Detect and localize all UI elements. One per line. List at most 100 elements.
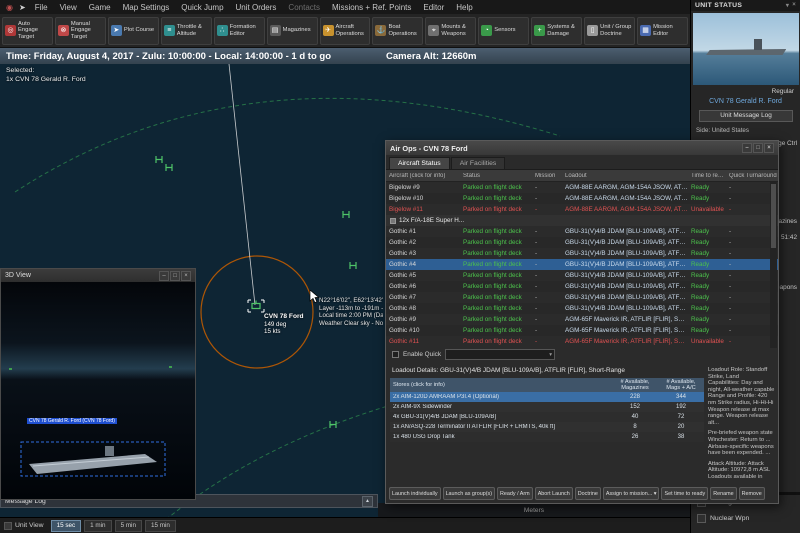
menu-item-map-settings[interactable]: Map Settings xyxy=(117,3,176,12)
cell-time-to-ready: Ready xyxy=(691,316,710,323)
plot-course-button[interactable]: ➤ Plot Course xyxy=(107,16,159,45)
store-row[interactable]: 2x AIM-120D AMRAAM P3I.4 (Optional) 228 34… xyxy=(390,392,704,402)
tab-aircraft-status[interactable]: Aircraft Status xyxy=(389,157,450,169)
nuclear-dropdown-icon[interactable] xyxy=(697,514,706,523)
aircraft-row[interactable]: Gothic #4 Parked on flight deck - GBU-31(V)… xyxy=(386,259,778,270)
remove-button[interactable]: Remove xyxy=(738,487,765,500)
3d-viewport[interactable]: CVN 78 Gerald R. Ford (CVN 78 Ford) xyxy=(1,282,195,499)
view-mode-icon[interactable] xyxy=(4,521,12,530)
set-time-to-ready-button[interactable]: Set time to ready xyxy=(661,487,709,500)
menu-item-missions-ref-points[interactable]: Missions + Ref. Points xyxy=(326,3,417,12)
mounts-weapons-button[interactable]: ⌖ Mounts & Weapons xyxy=(425,16,477,45)
launch-as-group-s-button[interactable]: Launch as group(s) xyxy=(442,487,496,500)
menu-item-quick-jump[interactable]: Quick Jump xyxy=(175,3,229,12)
aircraft-row[interactable]: Gothic #9 Parked on flight deck - AGM-65F M… xyxy=(386,314,778,325)
systems-damage-button[interactable]: + Systems & Damage xyxy=(531,16,583,45)
boat-operations-button[interactable]: ⚓ Boat Operations xyxy=(372,16,424,45)
cell-status: Parked on flight deck xyxy=(463,261,522,268)
formation-editor-button[interactable]: ∴ Formation Editor xyxy=(213,16,265,45)
menu-item-contacts[interactable]: Contacts xyxy=(282,3,326,12)
store-row[interactable]: 1x AN/ASQ-228 Terminator II ATFLIR [FLIR… xyxy=(390,422,704,432)
cell-loadout: AGM-88E AARGM, AGM-154A JSOW, ATFLIR [FL… xyxy=(565,206,688,213)
time-compression-15-sec[interactable]: 15 sec xyxy=(50,519,82,532)
cell-status: Parked on flight deck xyxy=(463,338,522,345)
time-compression-5-min[interactable]: 5 min xyxy=(114,519,142,532)
maximize-icon[interactable]: □ xyxy=(753,143,763,153)
rename-button[interactable]: Rename xyxy=(710,487,737,500)
view-mode-label: Unit View xyxy=(15,522,44,529)
maximize-icon[interactable]: □ xyxy=(170,270,180,281)
ready-arm-button[interactable]: Ready / Arm xyxy=(497,487,533,500)
table-scrollbar[interactable] xyxy=(770,182,777,348)
manual-engage-target-button[interactable]: ⊗ Manual Engage Target xyxy=(54,16,106,45)
menu-item-view[interactable]: View xyxy=(54,3,83,12)
time-compression-15-min[interactable]: 15 min xyxy=(144,519,176,532)
3d-view-titlebar[interactable]: 3D View – □ × xyxy=(1,269,195,282)
minimize-icon[interactable]: – xyxy=(742,143,752,153)
friendly-unit-symbol[interactable] xyxy=(155,156,163,163)
friendly-unit-symbol[interactable] xyxy=(349,262,357,269)
store-row[interactable]: 2x AIM-9X Sidewinder 152 192 xyxy=(390,402,704,412)
friendly-unit-symbol[interactable] xyxy=(329,421,337,428)
abort-launch-button[interactable]: Abort Launch xyxy=(534,487,573,500)
close-icon[interactable]: × xyxy=(181,270,191,281)
air-ops-tabs: Aircraft Status Air Facilities xyxy=(386,155,778,170)
aircraft-row[interactable]: Bigelow #11 Parked on flight deck - AGM-88E… xyxy=(386,204,778,215)
aircraft-row[interactable]: Gothic #3 Parked on flight deck - GBU-31(V)… xyxy=(386,248,778,259)
unit-group-doctrine-button[interactable]: ▯ Unit / Group Doctrine xyxy=(584,16,636,45)
aircraft-table: Bigelow #9 Parked on flight deck - AGM-88E … xyxy=(386,182,778,347)
sensors-icon: ◔ xyxy=(481,25,493,36)
panel-close-icon[interactable]: × xyxy=(792,2,796,9)
enable-quick-checkbox[interactable] xyxy=(392,351,399,358)
aircraft-row[interactable]: Gothic #7 Parked on flight deck - GBU-31(V)… xyxy=(386,292,778,303)
auto-engage-target-button[interactable]: ◎ Auto Engage Target xyxy=(2,16,53,45)
assign-to-mission-button[interactable]: Assign to mission... ▾ xyxy=(602,487,660,500)
unit-message-log-button[interactable]: Unit Message Log xyxy=(699,110,793,122)
aircraft-row[interactable]: Gothic #5 Parked on flight deck - GBU-31(V)… xyxy=(386,270,778,281)
air-ops-titlebar[interactable]: Air Ops - CVN 78 Ford – □ × xyxy=(386,141,778,155)
aircraft-row[interactable]: Gothic #8 Parked on flight deck - GBU-31(V)… xyxy=(386,303,778,314)
loadout-info-panel: Loadout Role: Standoff Strike, Land Capab… xyxy=(708,367,776,481)
cell-loadout: GBU-31(V)4/B JDAM [BLU-109A/B], ATFLIR [… xyxy=(565,228,688,235)
mission-editor-button[interactable]: ▦ Mission Editor xyxy=(637,16,688,45)
friendly-unit-symbol[interactable] xyxy=(342,211,350,218)
unit-name-link[interactable]: CVN 78 Gerald R. Ford xyxy=(691,98,800,105)
doctrine-button[interactable]: Doctrine xyxy=(574,487,601,500)
store-row[interactable]: 4x GBU-31(V)4/B JDAM [BLU-109A/B] 40 72 xyxy=(390,412,704,422)
3d-view-window[interactable]: 3D View – □ × CVN 78 Gerald R. Ford (CVN… xyxy=(0,268,196,500)
time-compression-1-min[interactable]: 1 min xyxy=(84,519,112,532)
sensors-button[interactable]: ◔ Sensors xyxy=(478,16,530,45)
minimize-icon[interactable]: – xyxy=(159,270,169,281)
menu-item-help[interactable]: Help xyxy=(450,3,478,12)
aircraft-operations-button[interactable]: ✈ Aircraft Operations xyxy=(319,16,371,45)
quick-turnaround-dropdown[interactable]: ▾ xyxy=(445,349,556,360)
store-row[interactable]: 1x 480 USG Drop Tank 26 38 xyxy=(390,432,704,442)
aircraft-row[interactable]: Gothic #6 Parked on flight deck - GBU-31(V)… xyxy=(386,281,778,292)
menu-item-unit-orders[interactable]: Unit Orders xyxy=(230,3,283,12)
aircraft-row[interactable]: Gothic #1 Parked on flight deck - GBU-31(V)… xyxy=(386,226,778,237)
menu-item-file[interactable]: File xyxy=(29,3,54,12)
tab-air-facilities[interactable]: Air Facilities xyxy=(450,157,506,169)
throttle-altitude-button[interactable]: ≡ Throttle & Altitude xyxy=(160,16,212,45)
friendly-unit-symbol[interactable] xyxy=(165,164,173,171)
close-icon[interactable]: × xyxy=(764,143,774,153)
aircraft-row[interactable]: Bigelow #9 Parked on flight deck - AGM-88E … xyxy=(386,182,778,193)
panel-pin-icon[interactable]: ▾ xyxy=(786,2,789,9)
selected-unit-symbol[interactable] xyxy=(247,299,265,313)
store-available-mags-ac: 344 xyxy=(675,394,686,400)
aircraft-row[interactable]: Gothic #11 Parked on flight deck - AGM-65F … xyxy=(386,336,778,347)
menu-item-editor[interactable]: Editor xyxy=(417,3,450,12)
scrollbar-thumb[interactable] xyxy=(771,184,776,248)
magazines-button[interactable]: ▤ Magazines xyxy=(266,16,318,45)
menu-item-game[interactable]: Game xyxy=(83,3,117,12)
aircraft-row[interactable]: Gothic #10 Parked on flight deck - AGM-65F … xyxy=(386,325,778,336)
group-checkbox[interactable] xyxy=(390,217,396,224)
aircraft-row[interactable]: Gothic #2 Parked on flight deck - GBU-31(V)… xyxy=(386,237,778,248)
air-ops-window[interactable]: Air Ops - CVN 78 Ford – □ × Aircraft Sta… xyxy=(385,140,779,504)
expand-up-icon[interactable]: ▲ xyxy=(362,495,373,507)
side-label: Side: United States xyxy=(696,127,749,134)
launch-individually-button[interactable]: Launch individually xyxy=(389,487,441,500)
aircraft-group-row[interactable]: 12x F/A-18E Super H... xyxy=(386,215,778,226)
aircraft-row[interactable]: Bigelow #10 Parked on flight deck - AGM-88E… xyxy=(386,193,778,204)
cell-loadout: AGM-88E AARGM, AGM-154A JSOW, ATFLIR [FL… xyxy=(565,195,688,202)
